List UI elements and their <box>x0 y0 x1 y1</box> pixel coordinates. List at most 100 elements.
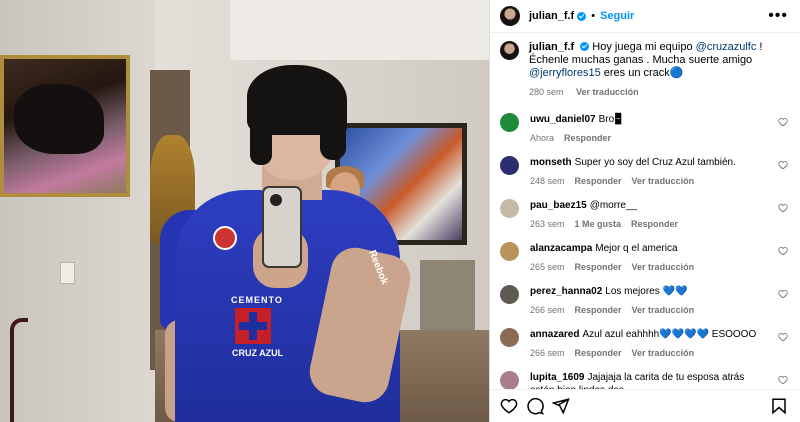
caption-mention-club[interactable]: @cruzazulfc <box>696 41 757 53</box>
comment-text: Super yo soy del Cruz Azul también. <box>574 156 736 168</box>
reply-button[interactable]: Responder <box>631 219 678 229</box>
comment-row: lupita_1609 Jajajaja la carita de tu espo… <box>500 370 788 390</box>
reply-button[interactable]: Responder <box>564 133 611 143</box>
comment-row: monseth Super yo soy del Cruz Azul tambié… <box>500 155 788 188</box>
photo-logo-cross-horizontal <box>239 322 267 330</box>
comment-meta: 248 sem Responder Ver traducción <box>530 175 736 188</box>
reply-button[interactable]: Responder <box>575 176 622 186</box>
comment-body: perez_hanna02 Los mejores 💙💙 266 sem Respon… <box>530 285 724 317</box>
commenter-avatar[interactable] <box>500 112 519 132</box>
comment-like-heart-icon[interactable] <box>778 246 788 256</box>
comment-meta: 265 sem Responder Ver traducción <box>530 261 704 274</box>
commenter-username[interactable]: monseth <box>530 157 572 168</box>
caption-time: 280 sem <box>529 86 564 97</box>
commenter-avatar[interactable] <box>500 327 519 347</box>
comment-icon[interactable] <box>526 397 544 415</box>
caption-body: julian_f.f Hoy juega mi equipo @cruzazul… <box>529 41 788 99</box>
comment-time: 263 sem <box>530 218 565 229</box>
post-viewer: CEMENTO CRUZ AZUL Reebok julian_f.f • Se… <box>0 0 800 422</box>
comment-like-heart-icon[interactable] <box>778 117 788 127</box>
photo-hair-right <box>320 100 346 160</box>
photo-phone-camera <box>270 194 282 206</box>
comment-body: monseth Super yo soy del Cruz Azul tambié… <box>530 156 756 188</box>
comment-likes[interactable]: 1 Me gusta <box>575 219 622 229</box>
commenter-avatar[interactable] <box>500 284 519 304</box>
comment-row: uwu_daniel07 Bro🁢 Ahora Responder <box>500 112 788 145</box>
comment-meta: 263 sem 1 Me gusta Responder <box>530 218 688 231</box>
commenter-username[interactable]: perez_hanna02 <box>530 286 602 297</box>
commenter-username[interactable]: lupita_1609 <box>530 372 584 383</box>
post-photo[interactable]: CEMENTO CRUZ AZUL Reebok <box>0 0 489 422</box>
comment-meta: Ahora Responder <box>530 132 622 145</box>
comment-body: alanzacampa Mejor q el america 265 sem Resp… <box>530 242 724 274</box>
comment-text: Bro🁢 <box>598 113 623 125</box>
caption-verified-icon <box>580 41 590 51</box>
header-separator: • <box>591 9 596 22</box>
photo-umbrella <box>10 318 28 422</box>
comment-meta: 266 sem Responder Ver traducción <box>530 347 756 360</box>
comment-body: annazared Azul azul eahhhh💙💙💙💙 ESOOOO 266 … <box>530 328 776 360</box>
commenter-avatar[interactable] <box>500 155 519 175</box>
share-icon[interactable] <box>552 397 570 415</box>
heart-icon[interactable] <box>500 397 518 415</box>
caption-text-end: eres un crack🔵 <box>603 66 684 79</box>
translate-button[interactable]: Ver traducción <box>632 176 695 186</box>
photo-horse <box>14 84 104 154</box>
more-options-icon[interactable]: ••• <box>768 7 788 24</box>
reply-button[interactable]: Responder <box>575 305 622 315</box>
comment-like-heart-icon[interactable] <box>778 289 788 299</box>
comment-time: Ahora <box>530 132 555 143</box>
commenter-username[interactable]: pau_baez15 <box>530 200 587 211</box>
photo-jersey-crest <box>213 226 237 250</box>
photo-horse-painting <box>0 55 130 197</box>
post-details-panel: julian_f.f • Seguir ••• julian_f.f Hoy j… <box>489 0 800 422</box>
reply-button[interactable]: Responder <box>575 262 622 272</box>
translate-button[interactable]: Ver traducción <box>632 348 695 358</box>
comment-text: @morre__ <box>589 199 638 211</box>
verified-badge-icon <box>577 12 587 22</box>
caption-translate-button[interactable]: Ver traducción <box>576 87 639 97</box>
comment-row: alanzacampa Mejor q el america 265 sem Resp… <box>500 241 788 274</box>
bookmark-icon[interactable] <box>770 397 788 415</box>
comment-text: Mejor q el america <box>595 242 678 254</box>
comment-like-heart-icon[interactable] <box>778 332 788 342</box>
comment-time: 248 sem <box>530 175 565 186</box>
photo-light-switch <box>60 262 75 284</box>
commenter-avatar[interactable] <box>500 198 519 218</box>
translate-button[interactable]: Ver traducción <box>632 262 695 272</box>
comments-list[interactable]: julian_f.f Hoy juega mi equipo @cruzazul… <box>490 33 800 390</box>
commenter-avatar[interactable] <box>500 241 519 261</box>
post-header: julian_f.f • Seguir ••• <box>490 0 800 33</box>
commenter-avatar[interactable] <box>500 370 519 390</box>
comment-body: lupita_1609 Jajajaja la carita de tu espo… <box>530 371 788 390</box>
caption-username[interactable]: julian_f.f <box>529 41 574 53</box>
caption-mention-friend[interactable]: @jerryflores15 <box>529 67 601 79</box>
comment-like-heart-icon[interactable] <box>778 160 788 170</box>
reply-button[interactable]: Responder <box>575 348 622 358</box>
photo-phone <box>262 186 302 268</box>
photo-jersey-logo-text: CRUZ AZUL <box>232 348 284 358</box>
comment-text: Azul azul eahhhh💙💙💙💙 ESOOOO <box>582 328 757 340</box>
translate-button[interactable]: Ver traducción <box>632 305 695 315</box>
commenter-username[interactable]: alanzacampa <box>530 243 592 254</box>
follow-button[interactable]: Seguir <box>600 10 634 22</box>
comment-meta: 266 sem Responder Ver traducción <box>530 304 704 317</box>
comment-like-heart-icon[interactable] <box>778 203 788 213</box>
comment-body: pau_baez15 @morre__ 263 sem 1 Me gusta Respo… <box>530 199 708 231</box>
comment-row: pau_baez15 @morre__ 263 sem 1 Me gusta Respo… <box>500 198 788 231</box>
comment-body: uwu_daniel07 Bro🁢 Ahora Responder <box>530 113 642 145</box>
caption-text-start: Hoy juega mi equipo <box>592 40 693 53</box>
commenter-username[interactable]: uwu_daniel07 <box>530 114 596 125</box>
commenter-username[interactable]: annazared <box>530 329 579 340</box>
author-username[interactable]: julian_f.f <box>529 10 574 22</box>
comment-time: 265 sem <box>530 261 565 272</box>
post-caption: julian_f.f Hoy juega mi equipo @cruzazul… <box>500 40 788 99</box>
caption-author-avatar[interactable] <box>500 40 519 60</box>
comment-time: 266 sem <box>530 304 565 315</box>
comment-like-heart-icon[interactable] <box>778 375 788 385</box>
caption-meta: 280 sem Ver traducción <box>529 86 788 99</box>
comment-text: Los mejores 💙💙 <box>605 285 688 297</box>
author-avatar[interactable] <box>500 5 520 26</box>
photo-hair-left <box>250 100 272 165</box>
photo-jersey-logo <box>235 308 271 344</box>
